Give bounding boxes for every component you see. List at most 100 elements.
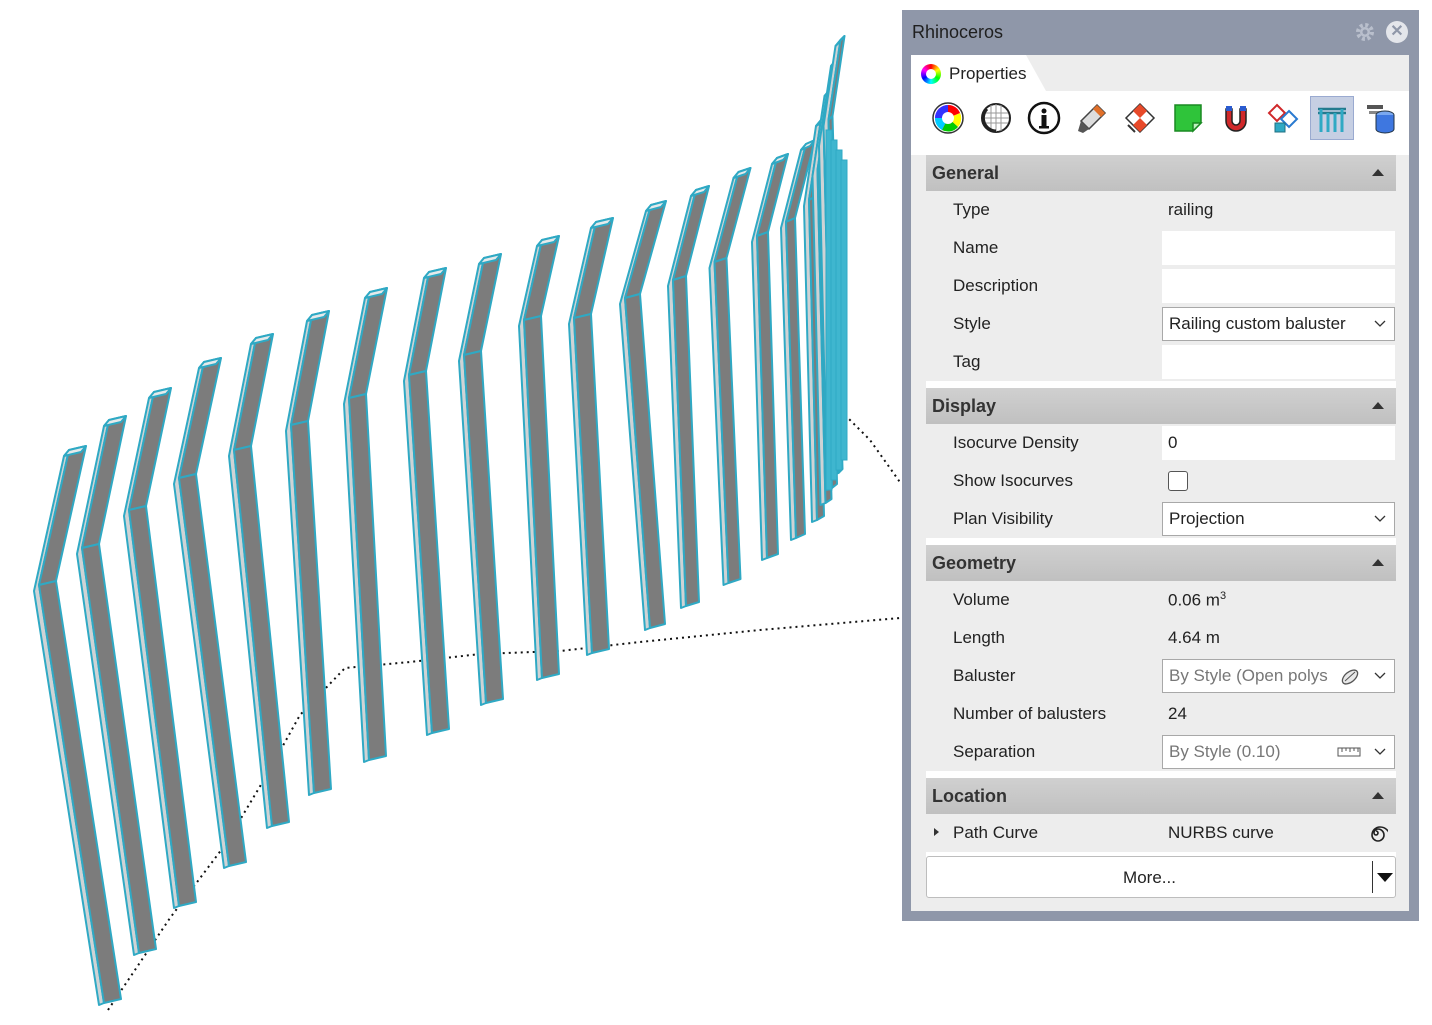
baluster-value: By Style (Open polys <box>1169 666 1328 685</box>
show-isocurves-checkbox[interactable] <box>1168 471 1188 491</box>
row-length: Length 4.64 m <box>926 619 1396 657</box>
close-icon[interactable]: ✕ <box>1386 21 1408 43</box>
linked-blocks-icon[interactable] <box>1263 97 1305 139</box>
show-isocurves-label: Show Isocurves <box>953 471 1073 490</box>
tab-properties[interactable]: Properties <box>911 55 1046 91</box>
collapse-icon[interactable] <box>1372 169 1384 176</box>
railing-model[interactable] <box>0 0 900 1025</box>
volume-label: Volume <box>953 590 1010 609</box>
baluster-upper-5 <box>233 333 274 451</box>
length-label: Length <box>953 628 1005 647</box>
collapse-icon[interactable] <box>1372 402 1384 409</box>
object-info-icon[interactable] <box>1023 97 1065 139</box>
chevron-down-icon <box>1374 320 1386 327</box>
baluster-cluster-4 <box>840 159 848 461</box>
color-wheel-icon <box>921 64 941 84</box>
expand-arrow-icon[interactable] <box>934 828 939 836</box>
more-button-label: More... <box>1123 868 1176 887</box>
isocurve-density-label: Isocurve Density <box>953 433 1079 452</box>
section-general[interactable]: General <box>926 155 1396 191</box>
3d-viewport[interactable] <box>0 0 900 1025</box>
row-isocurve-density: Isocurve Density 0 <box>926 424 1396 462</box>
row-description: Description <box>926 267 1396 305</box>
row-baluster: Baluster By Style (Open polys <box>926 657 1396 695</box>
balusters-group <box>33 35 848 1006</box>
section-location[interactable]: Location <box>926 778 1396 814</box>
row-type: Type railing <box>926 191 1396 229</box>
section-geometry[interactable]: Geometry <box>926 545 1396 581</box>
more-button-separator <box>1372 861 1373 893</box>
plan-visibility-value: Projection <box>1169 509 1245 528</box>
isocurve-density-value: 0 <box>1168 433 1178 452</box>
dropdown-arrow-icon[interactable] <box>1377 873 1393 882</box>
paint-brush-icon[interactable] <box>1071 97 1113 139</box>
name-label: Name <box>953 238 999 257</box>
style-label: Style <box>953 314 991 333</box>
row-separation: Separation By Style (0.10) <box>926 733 1396 771</box>
ruler-icon[interactable] <box>1337 746 1361 758</box>
baluster-upper-7 <box>348 287 388 399</box>
tab-label: Properties <box>949 64 1027 83</box>
row-style: Style Railing custom baluster <box>926 305 1396 343</box>
row-path-curve: Path Curve NURBS curve <box>926 814 1396 852</box>
railing-icon[interactable] <box>1310 96 1354 140</box>
baluster-upper-4 <box>178 357 222 479</box>
section-title: Display <box>932 396 997 416</box>
more-button[interactable]: More... <box>926 856 1396 898</box>
collapse-icon[interactable] <box>1372 559 1384 566</box>
section-display[interactable]: Display <box>926 388 1396 424</box>
panel-titlebar[interactable]: Rhinoceros ✕ <box>902 10 1419 55</box>
chevron-down-icon <box>1374 515 1386 522</box>
balusters-count-label: Number of balusters <box>953 704 1107 723</box>
description-label: Description <box>953 276 1039 295</box>
properties-toolbar <box>911 91 1409 155</box>
name-field[interactable] <box>1162 231 1395 265</box>
section-title: General <box>932 163 1000 183</box>
row-tag: Tag <box>926 343 1396 381</box>
row-number-of-balusters: Number of balusters 24 <box>926 695 1396 733</box>
description-field[interactable] <box>1162 269 1395 303</box>
properties-grid: General Type railing Name Description St… <box>926 155 1396 898</box>
properties-panel: Rhinoceros ✕ Properties General Type rai… <box>902 10 1419 921</box>
decal-icon[interactable] <box>1167 97 1209 139</box>
style-dropdown[interactable]: Railing custom baluster <box>1162 307 1395 341</box>
texture-mapping-icon[interactable] <box>1119 97 1161 139</box>
baluster-label: Baluster <box>953 666 1016 685</box>
type-label: Type <box>953 200 990 219</box>
plan-visibility-dropdown[interactable]: Projection <box>1162 502 1395 536</box>
separation-value: By Style (0.10) <box>1169 742 1281 761</box>
spiral-curve-icon[interactable] <box>1364 821 1388 845</box>
database-icon[interactable] <box>1359 97 1401 139</box>
path-curve-value: NURBS curve <box>1168 823 1274 842</box>
volume-value: 0.06 m3 <box>1168 590 1227 610</box>
collapse-icon[interactable] <box>1372 792 1384 799</box>
separation-dropdown[interactable]: By Style (0.10) <box>1162 735 1395 769</box>
baluster-upper-11 <box>573 217 614 319</box>
balusters-count-value: 24 <box>1168 704 1187 723</box>
path-curve-dotted-upper <box>844 414 900 484</box>
section-title: Location <box>932 786 1007 806</box>
row-name: Name <box>926 229 1396 267</box>
tag-field[interactable] <box>1162 345 1395 379</box>
chevron-down-icon <box>1374 748 1386 755</box>
pick-object-icon[interactable] <box>1339 667 1361 687</box>
length-value: 4.64 m <box>1168 628 1220 647</box>
isocurve-density-field[interactable] <box>1162 426 1395 460</box>
section-title: Geometry <box>932 553 1017 573</box>
gear-icon[interactable] <box>1354 21 1376 43</box>
row-volume: Volume 0.06 m3 <box>926 581 1396 619</box>
panel-content: Properties General Type railing Name Des… <box>911 55 1409 911</box>
window-title: Rhinoceros <box>912 22 1004 42</box>
attached-data-icon[interactable] <box>1215 97 1257 139</box>
material-color-wheel-icon[interactable] <box>927 97 969 139</box>
baluster-upper-3 <box>128 387 172 511</box>
chevron-down-icon <box>1374 672 1386 679</box>
type-value: railing <box>1168 200 1214 219</box>
baluster-upper-6 <box>290 310 330 426</box>
baluster-dropdown[interactable]: By Style (Open polys <box>1162 659 1395 693</box>
render-mesh-icon[interactable] <box>975 97 1017 139</box>
style-value: Railing custom baluster <box>1169 314 1346 333</box>
separation-label: Separation <box>953 742 1036 761</box>
volume-exponent: 3 <box>1219 590 1227 602</box>
path-curve-label: Path Curve <box>953 823 1039 842</box>
